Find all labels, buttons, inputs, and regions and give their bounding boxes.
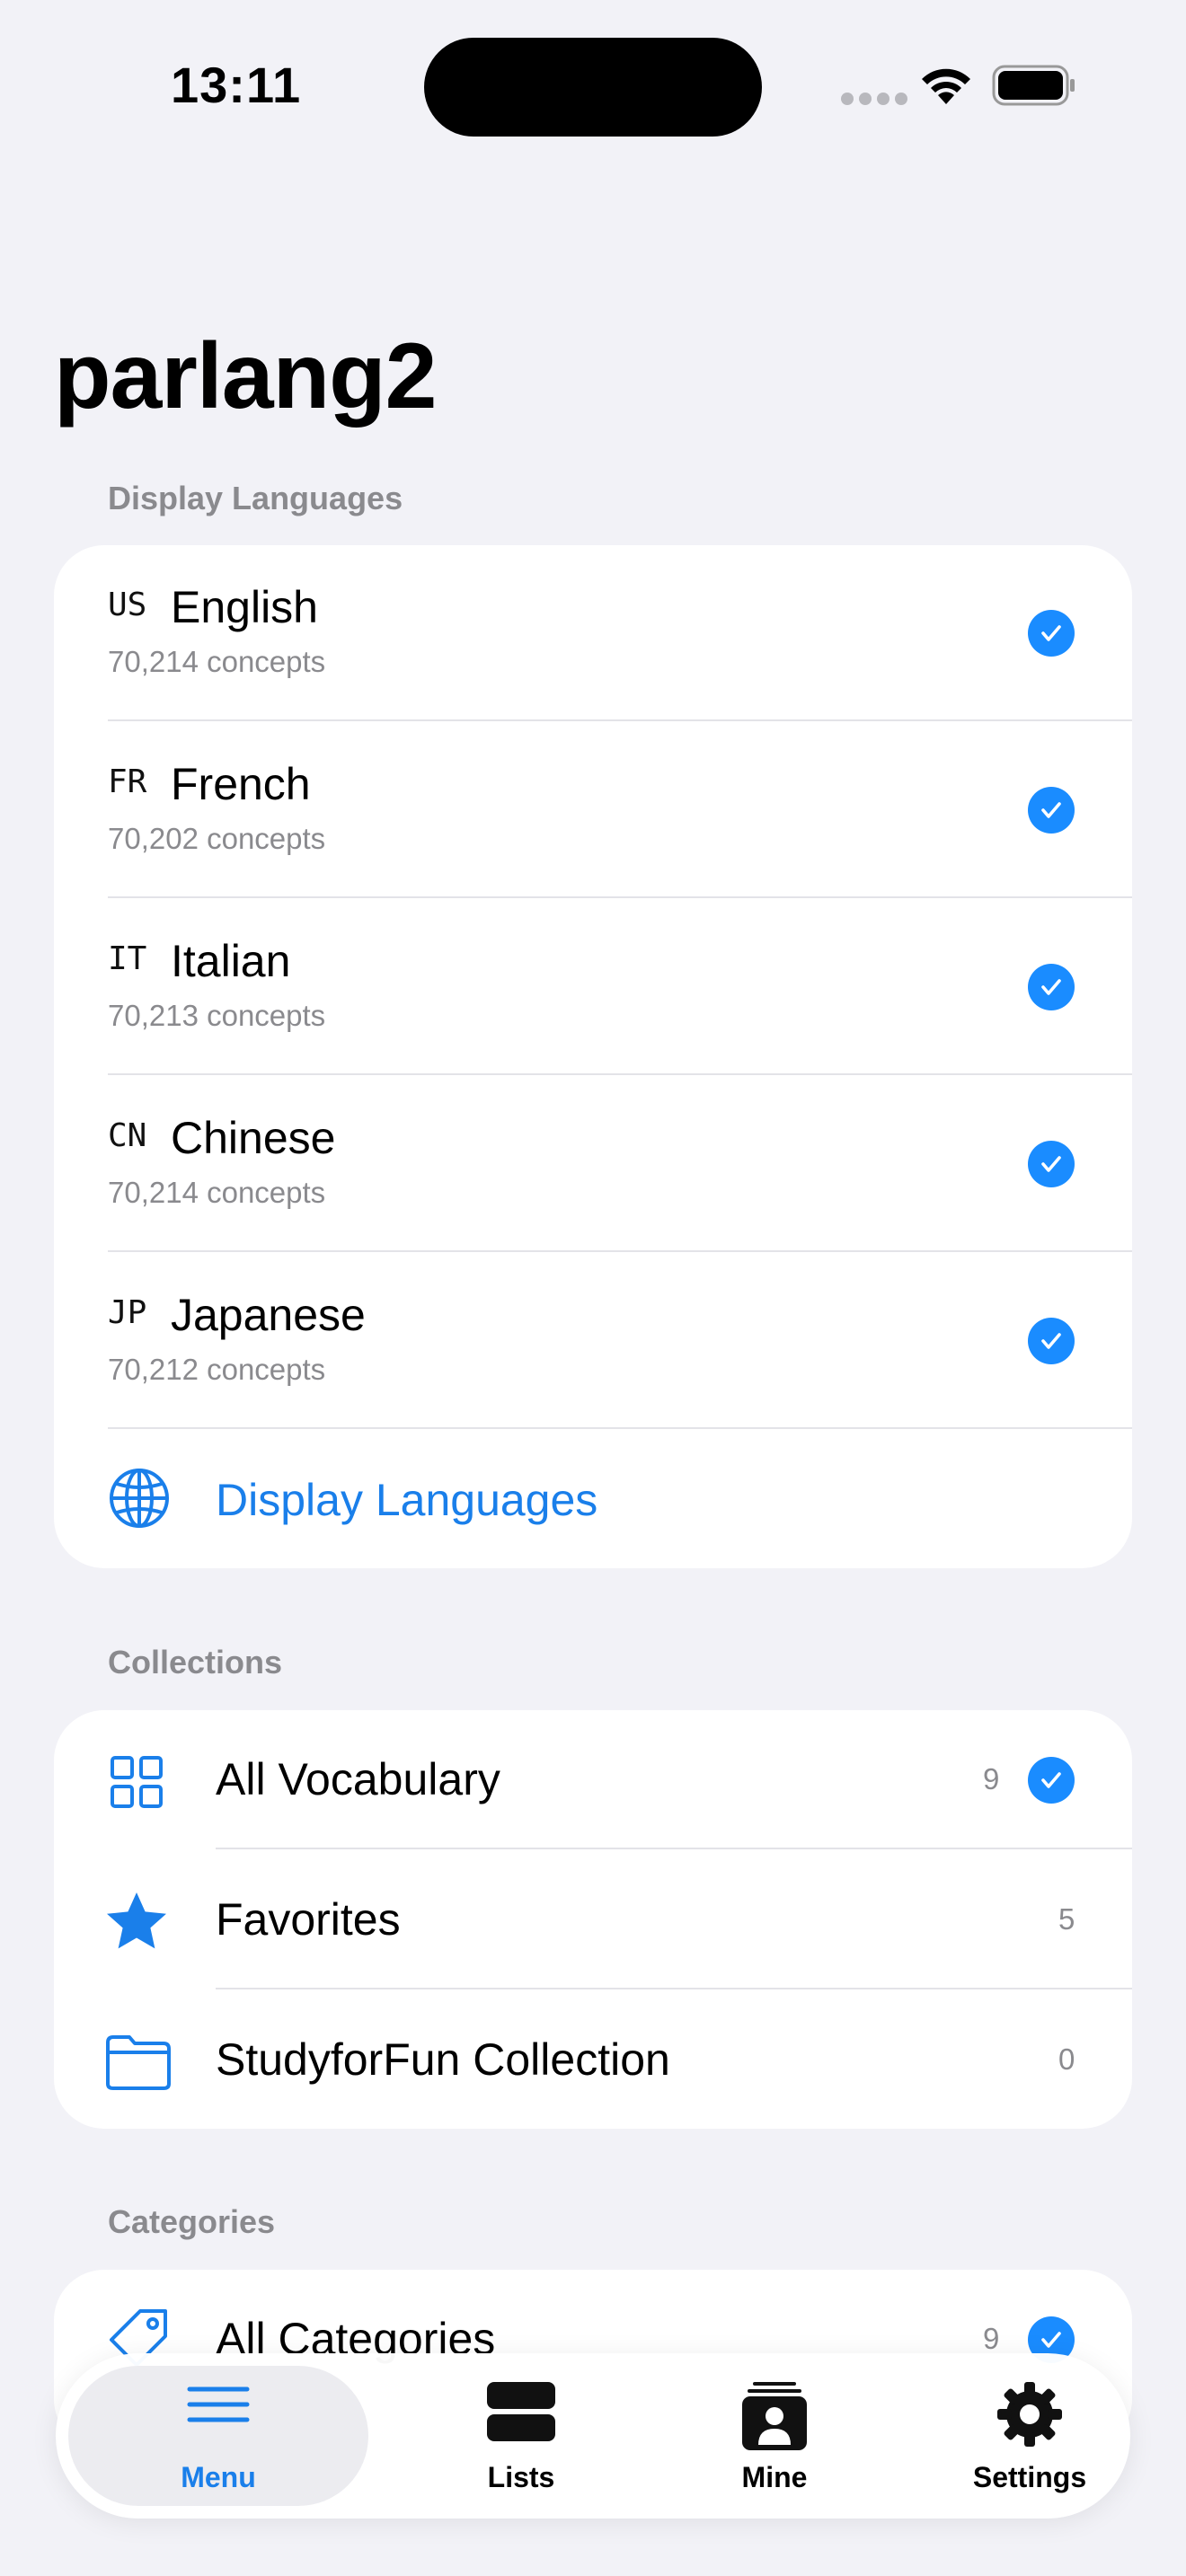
collection-label: All Vocabulary	[216, 1754, 500, 1804]
language-concept-count: 70,212 concepts	[108, 1353, 326, 1386]
display-languages-card: US English 70,214 concepts FR French 70,…	[54, 545, 1132, 1568]
language-row-japanese[interactable]: JP Japanese 70,212 concepts	[54, 1253, 1132, 1430]
language-concept-count: 70,202 concepts	[108, 822, 326, 855]
grid-icon	[111, 1756, 163, 1808]
language-name: Chinese	[171, 1113, 336, 1163]
language-name: Italian	[171, 936, 291, 986]
battery-icon	[992, 65, 1075, 106]
language-name: English	[171, 582, 318, 632]
section-header-categories: Categories	[108, 2203, 276, 2240]
language-concept-count: 70,214 concepts	[108, 1176, 326, 1209]
language-name: French	[171, 759, 311, 809]
checkmark-icon	[1028, 787, 1075, 834]
collection-row-favorites[interactable]: Favorites 5	[54, 1850, 1132, 1990]
checkmark-icon	[1028, 964, 1075, 1010]
divider	[216, 1848, 1132, 1849]
globe-icon	[110, 1469, 169, 1528]
display-languages-button[interactable]: Display Languages	[54, 1429, 1132, 1568]
tab-label: Settings	[972, 2461, 1087, 2493]
tab-label: Lists	[487, 2461, 555, 2493]
checkmark-icon	[1028, 1141, 1075, 1187]
language-code: IT	[108, 940, 147, 977]
language-name: Japanese	[171, 1290, 366, 1340]
checkmark-icon	[1028, 1757, 1075, 1804]
language-code: CN	[108, 1117, 147, 1154]
tab-label: Menu	[181, 2461, 256, 2493]
tab-lists[interactable]: Lists	[395, 2353, 647, 2519]
tab-settings[interactable]: Settings	[904, 2353, 1155, 2519]
language-row-chinese[interactable]: CN Chinese 70,214 concepts	[54, 1076, 1132, 1253]
divider	[108, 1073, 1132, 1075]
collection-row-studyforfun[interactable]: StudyforFun Collection 0	[54, 1990, 1132, 2129]
tab-menu[interactable]: Menu	[56, 2353, 381, 2519]
collection-row-all-vocabulary[interactable]: All Vocabulary 9	[54, 1710, 1132, 1850]
language-concept-count: 70,214 concepts	[108, 645, 326, 678]
display-languages-label: Display Languages	[216, 1475, 598, 1525]
folder-icon	[106, 2035, 171, 2090]
page-title: parlang2	[54, 324, 437, 428]
dynamic-island	[424, 38, 762, 137]
checkmark-icon	[1028, 1318, 1075, 1364]
language-code: US	[108, 587, 147, 623]
divider	[108, 896, 1132, 898]
gear-icon	[997, 2382, 1062, 2447]
language-row-italian[interactable]: IT Italian 70,213 concepts	[54, 899, 1132, 1076]
tab-label: Mine	[741, 2461, 808, 2493]
tab-mine[interactable]: Mine	[649, 2353, 900, 2519]
divider	[108, 719, 1132, 721]
star-icon	[107, 1892, 166, 1949]
collection-label: StudyforFun Collection	[216, 2034, 670, 2085]
tab-bar: Menu Lists Mine Settings	[56, 2353, 1130, 2519]
collections-card: All Vocabulary 9 Favorites 5 StudyforFun…	[54, 1710, 1132, 2129]
wifi-icon	[922, 68, 970, 104]
section-header-display-languages: Display Languages	[108, 480, 403, 516]
cellular-signal-icon	[841, 93, 907, 105]
language-row-french[interactable]: FR French 70,202 concepts	[54, 722, 1132, 899]
menu-icon	[187, 2386, 250, 2422]
person-card-icon	[742, 2382, 807, 2450]
status-time: 13:11	[171, 57, 302, 113]
lists-icon	[487, 2382, 555, 2441]
language-concept-count: 70,213 concepts	[108, 999, 326, 1032]
divider	[108, 1250, 1132, 1252]
checkmark-icon	[1028, 610, 1075, 657]
language-code: JP	[108, 1294, 147, 1331]
language-code: FR	[108, 763, 147, 800]
category-count: 9	[983, 2322, 1000, 2355]
section-header-collections: Collections	[108, 1644, 283, 1681]
collection-count: 5	[1058, 1902, 1075, 1936]
language-row-english[interactable]: US English 70,214 concepts	[54, 545, 1132, 722]
collection-label: Favorites	[216, 1894, 401, 1945]
collection-count: 9	[983, 1762, 1000, 1795]
divider	[216, 1988, 1132, 1989]
collection-count: 0	[1058, 2042, 1075, 2076]
status-bar: 13:11	[0, 0, 1186, 180]
